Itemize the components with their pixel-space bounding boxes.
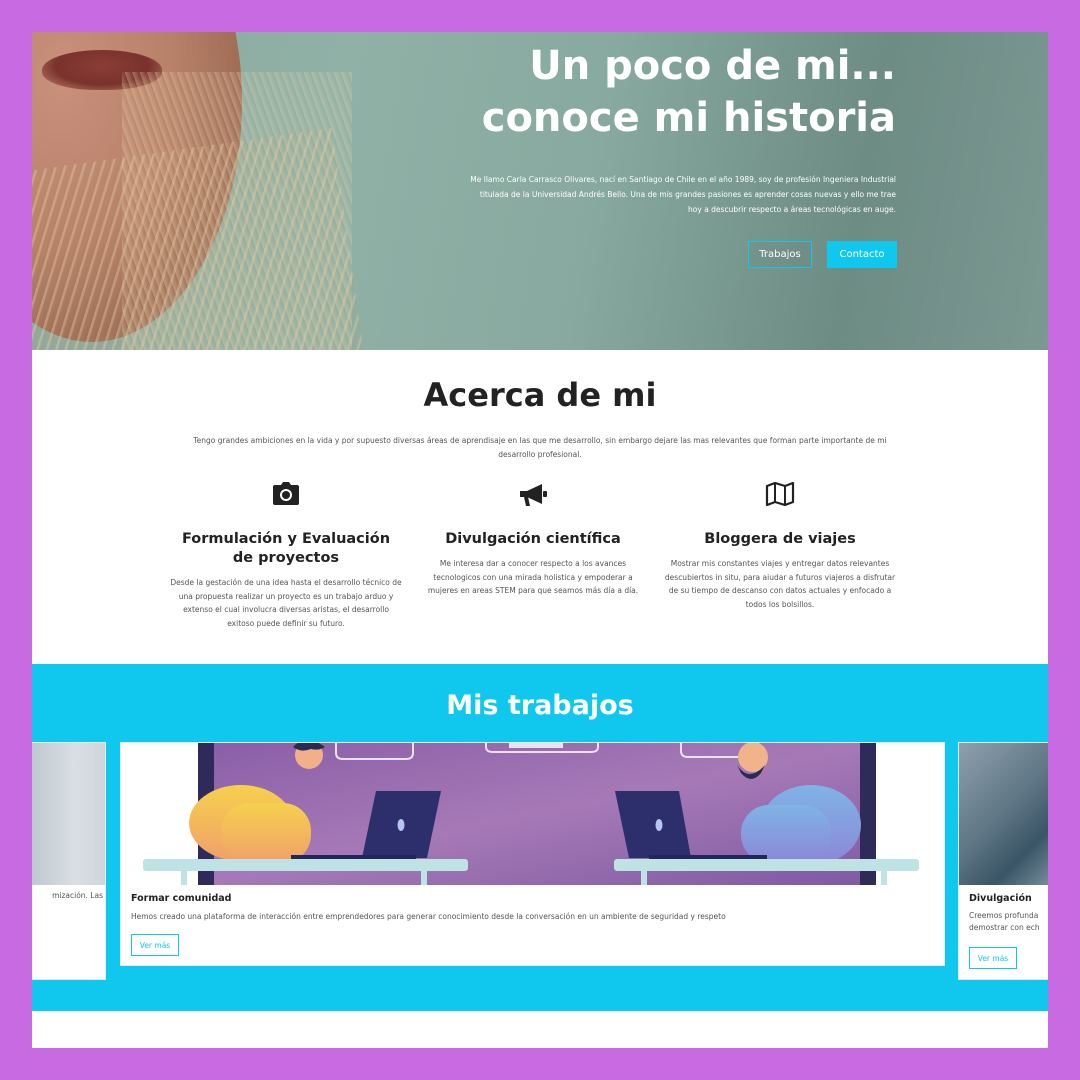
work-card-text: Hemos creado una plataforma de interacci… bbox=[131, 912, 726, 921]
trabajos-button[interactable]: Trabajos bbox=[748, 241, 812, 268]
work-card-divulgacion[interactable]: Divulgación Creemos profunda demostrar c… bbox=[958, 742, 1048, 980]
feature-text: Mostrar mis constantes viajes y entregar… bbox=[664, 559, 896, 609]
hero-title: Un poco de mi... conoce mi historia bbox=[336, 40, 896, 144]
hero-description: Me llamo Carla Carrasco Olivares, nací e… bbox=[470, 175, 896, 214]
feature-projects: Formulación y Evaluación de proyectos De… bbox=[170, 482, 402, 630]
work-card-image bbox=[121, 743, 944, 885]
work-card-title: Formar comunidad bbox=[131, 893, 232, 904]
feature-science: Divulgación científica Me interesa dar a… bbox=[417, 482, 649, 598]
hero-photo-hair-strands bbox=[122, 72, 352, 350]
work-card-text-line2: demostrar con ech bbox=[969, 923, 1040, 932]
feature-travel: Bloggera de viajes Mostrar mis constante… bbox=[664, 482, 896, 611]
work-card-formar-comunidad[interactable]: Formar comunidad Hemos creado una plataf… bbox=[120, 742, 945, 966]
ver-mas-button[interactable]: Ver más bbox=[969, 947, 1017, 969]
works-section: Mis trabajos mización. Las Formar comuni… bbox=[32, 664, 1048, 1011]
contacto-button[interactable]: Contacto bbox=[827, 241, 897, 268]
next-section bbox=[32, 1011, 1048, 1048]
about-subtitle: Tengo grandes ambiciones en la vida y po… bbox=[193, 436, 887, 459]
hero-title-line1: Un poco de mi... bbox=[529, 43, 896, 89]
ver-mas-button[interactable]: Ver más bbox=[131, 934, 179, 956]
works-title: Mis trabajos bbox=[446, 690, 634, 721]
work-card-image bbox=[32, 743, 105, 885]
work-card-image bbox=[959, 743, 1048, 885]
next-section-title bbox=[32, 1017, 1048, 1048]
work-card-title: Divulgación bbox=[969, 893, 1032, 904]
about-title: Acerca de mi bbox=[423, 376, 657, 414]
page-frame: Un poco de mi... conoce mi historia Me l… bbox=[32, 32, 1048, 1048]
feature-title: Formulación y Evaluación de proyectos bbox=[181, 531, 391, 566]
work-card-text-line1: Creemos profunda bbox=[969, 911, 1039, 920]
hero-section: Un poco de mi... conoce mi historia Me l… bbox=[32, 32, 1048, 350]
hero-title-line2: conoce mi historia bbox=[481, 95, 896, 141]
feature-text: Me interesa dar a conocer respecto a los… bbox=[427, 559, 639, 595]
camera-icon bbox=[170, 482, 402, 510]
megaphone-icon bbox=[417, 482, 649, 510]
feature-text: Desde la gestación de una idea hasta el … bbox=[170, 578, 402, 628]
work-card-text: mización. Las bbox=[52, 891, 103, 900]
feature-title: Bloggera de viajes bbox=[704, 531, 856, 547]
feature-title: Divulgación científica bbox=[445, 531, 621, 547]
work-card-previous[interactable]: mización. Las bbox=[32, 742, 106, 980]
map-icon bbox=[664, 482, 896, 510]
